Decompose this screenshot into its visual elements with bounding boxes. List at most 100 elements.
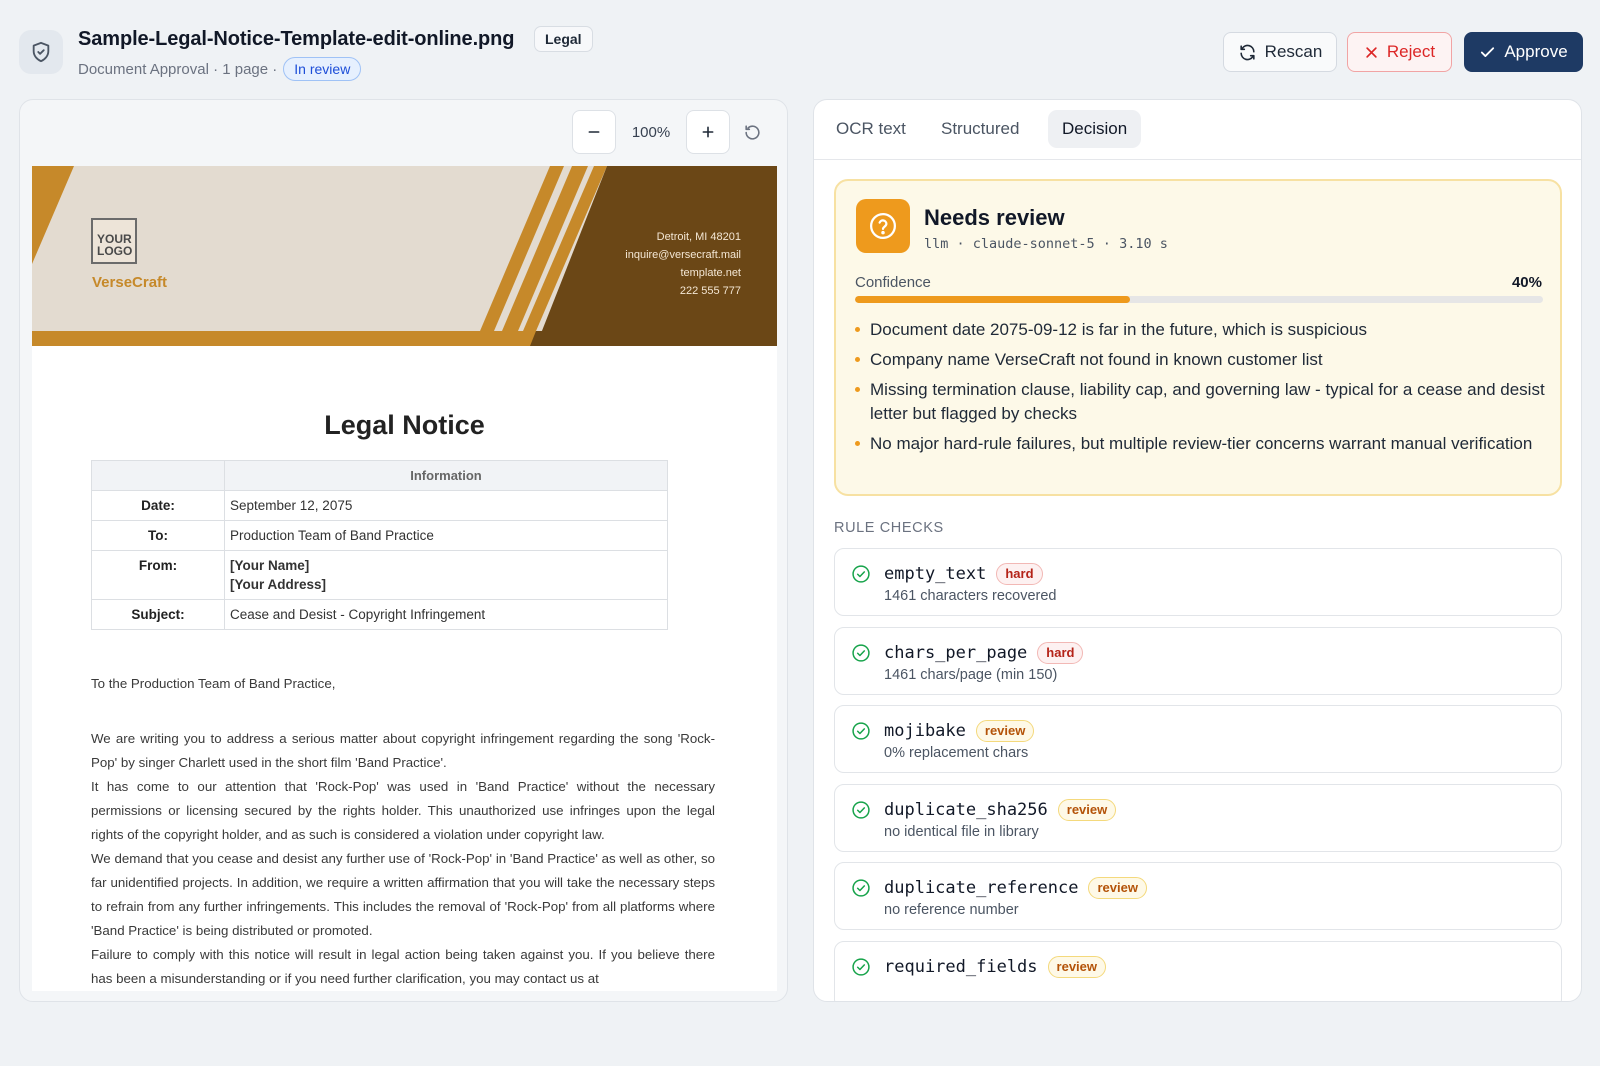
plus-icon <box>702 126 714 138</box>
table-row: Date: September 12, 2075 <box>91 490 668 521</box>
letter-paragraph: We are writing you to address a serious … <box>91 731 715 770</box>
rule-tier-badge: review <box>1047 955 1107 978</box>
rule-name-row: chars_per_page hard <box>884 641 1084 664</box>
confidence-label: Confidence <box>855 274 931 291</box>
row-value: Cease and Desist - Copyright Infringemen… <box>224 599 668 630</box>
question-circle-icon <box>856 199 910 253</box>
rotate-button[interactable] <box>730 110 774 154</box>
contact-line: Detroit, MI 48201 <box>656 231 741 243</box>
close-icon <box>1366 46 1377 58</box>
rule-tier-badge: review <box>1088 877 1147 899</box>
check-icon <box>1481 46 1495 57</box>
contact-line: template.net <box>680 267 741 279</box>
confidence-bar <box>855 296 1543 303</box>
header: Sample-Legal-Notice-Template-edit-online… <box>19 24 1583 84</box>
rule-name-row: mojibake review <box>884 720 1035 742</box>
reject-label: Reject <box>1386 42 1436 61</box>
table-header-blank <box>91 460 225 491</box>
letter-paragraph: It has come to our attention that 'Rock-… <box>91 779 715 842</box>
check-circle-icon <box>852 643 870 662</box>
table-row: Subject: Cease and Desist - Copyright In… <box>91 599 668 630</box>
check-circle-icon <box>852 879 870 897</box>
decision-title: Needs review <box>924 205 1065 230</box>
table-row: To: Production Team of Band Practice <box>91 520 668 551</box>
contact-line: inquire@versecraft.mail <box>625 249 741 261</box>
contact-block: Detroit, MI 48201 inquire@versecraft.mai… <box>625 228 741 300</box>
status-badge: In review <box>283 57 362 81</box>
rule-check-item: empty_text hard 1461 characters recovered <box>834 548 1562 616</box>
document-viewer: 100% YOUR LOGO VerseCraft Detroit, MI 482… <box>19 99 788 1002</box>
row-label: From: <box>91 550 225 600</box>
reject-button[interactable]: Reject <box>1347 32 1452 72</box>
decision-reasons: Document date 2075-09-12 is far in the f… <box>855 318 1545 462</box>
rule-name-row: duplicate_reference review <box>884 877 1147 899</box>
approve-label: Approve <box>1504 42 1568 61</box>
rule-name: mojibake <box>884 721 966 741</box>
refresh-icon <box>1240 44 1255 60</box>
placeholder-logo: YOUR LOGO <box>91 218 137 264</box>
rescan-label: Rescan <box>1264 42 1323 61</box>
zoom-in-button[interactable] <box>686 110 730 154</box>
row-value: [Your Name] [Your Address] <box>224 550 668 600</box>
tab-ocr-text[interactable]: OCR text <box>822 110 920 148</box>
rule-tier-badge: review <box>1057 798 1117 821</box>
table-header: Information <box>224 460 668 491</box>
decision-meta: llm · claude-sonnet-5 · 3.10 s <box>924 236 1168 252</box>
decision-card: Needs review llm · claude-sonnet-5 · 3.1… <box>834 179 1562 496</box>
row-value: September 12, 2075 <box>224 490 668 521</box>
rule-description: 0% replacement chars <box>884 745 1029 761</box>
check-circle-icon <box>852 565 870 583</box>
zoom-toolbar: 100% <box>572 110 774 154</box>
notice-title: Legal Notice <box>324 410 485 440</box>
rotate-icon <box>744 124 760 140</box>
reason-item: No major hard-rule failures, but multipl… <box>855 432 1545 456</box>
rule-description: 1461 chars/page (min 150) <box>884 666 1058 683</box>
letter-greeting: To the Production Team of Band Practice, <box>91 676 336 691</box>
rule-name: empty_text <box>884 564 987 584</box>
document-page: YOUR LOGO VerseCraft Detroit, MI 48201 in… <box>32 166 777 991</box>
rule-name: duplicate_reference <box>884 878 1079 898</box>
shield-check-icon <box>19 30 63 74</box>
rule-name: chars_per_page <box>884 642 1028 663</box>
rule-check-item: mojibake review 0% replacement chars <box>834 705 1562 773</box>
letter-paragraph: We demand that you cease and desist any … <box>91 851 715 938</box>
rule-tier-badge: hard <box>1037 641 1084 664</box>
check-circle-icon <box>852 722 870 740</box>
rule-description: 1461 characters recovered <box>884 588 1057 604</box>
table-row: From: [Your Name] [Your Address] <box>91 550 668 600</box>
from-address: [Your Address] <box>230 577 327 592</box>
rescan-button[interactable]: Rescan <box>1223 32 1337 72</box>
letter-body: To the Production Team of Band Practice,… <box>91 672 715 991</box>
document-subtitle: Document Approval · 1 page · In review <box>78 57 362 81</box>
from-name: [Your Name] <box>230 558 310 573</box>
tab-decision[interactable]: Decision <box>1048 110 1142 148</box>
tab-structured[interactable]: Structured <box>927 110 1033 148</box>
document-title: Sample-Legal-Notice-Template-edit-online… <box>78 28 515 50</box>
row-label: To: <box>91 520 225 551</box>
reason-item: Company name VerseCraft not found in kno… <box>855 348 1545 372</box>
minus-icon <box>588 131 600 133</box>
zoom-level: 100% <box>631 123 671 141</box>
table-header-row: Information <box>91 460 668 491</box>
panel-tabs: OCR text Structured Decision <box>814 100 1581 160</box>
reason-item: Missing termination clause, liability ca… <box>855 378 1545 425</box>
subtitle-text: Document Approval · 1 page · <box>78 60 278 78</box>
rule-name-row: required_fields review <box>884 955 1107 978</box>
rule-name: required_fields <box>884 956 1038 977</box>
rule-description: no reference number <box>884 902 1019 918</box>
rule-name-row: empty_text hard <box>884 563 1043 585</box>
zoom-out-button[interactable] <box>572 110 616 154</box>
rule-checks-heading: RULE CHECKS <box>834 520 944 536</box>
rule-tier-badge: hard <box>996 563 1043 585</box>
rule-check-item: required_fields review <box>834 940 1562 1001</box>
contact-line: 222 555 777 <box>679 285 741 297</box>
reason-item: Document date 2075-09-12 is far in the f… <box>855 318 1545 342</box>
approve-button[interactable]: Approve <box>1464 32 1583 72</box>
confidence-value: 40% <box>1511 274 1542 291</box>
confidence-bar-fill <box>855 296 1131 303</box>
brand-name: VerseCraft <box>92 274 168 291</box>
letter-paragraph: Failure to comply with this notice will … <box>91 947 715 986</box>
logo-line-2: LOGO <box>97 244 133 258</box>
check-circle-icon <box>852 800 870 819</box>
rule-description: no identical file in library <box>884 823 1039 840</box>
